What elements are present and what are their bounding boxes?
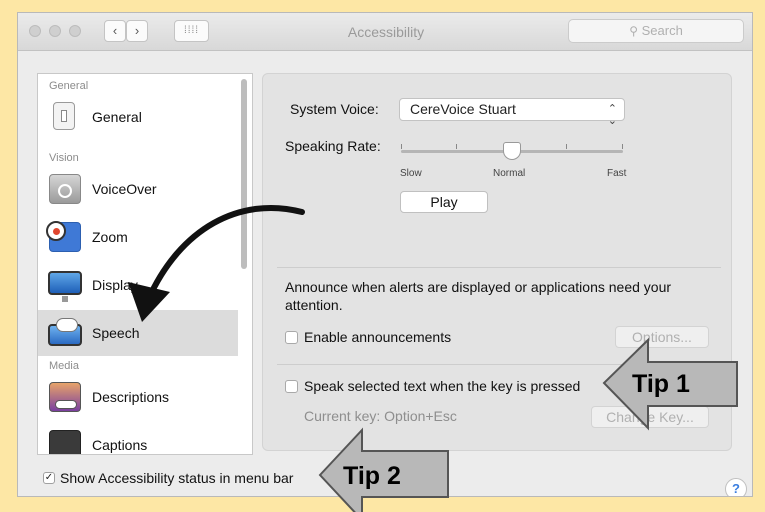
curved-arrow: [145, 205, 305, 303]
tip2-callout: Tip 2: [318, 427, 449, 512]
arrow-head-icon: [128, 282, 170, 322]
tip1-label: Tip 1: [632, 370, 690, 398]
annotation-overlay: Tip 1 Tip 2: [128, 205, 738, 512]
tip1-callout: Tip 1: [602, 337, 738, 431]
tip2-label: Tip 2: [343, 462, 401, 490]
